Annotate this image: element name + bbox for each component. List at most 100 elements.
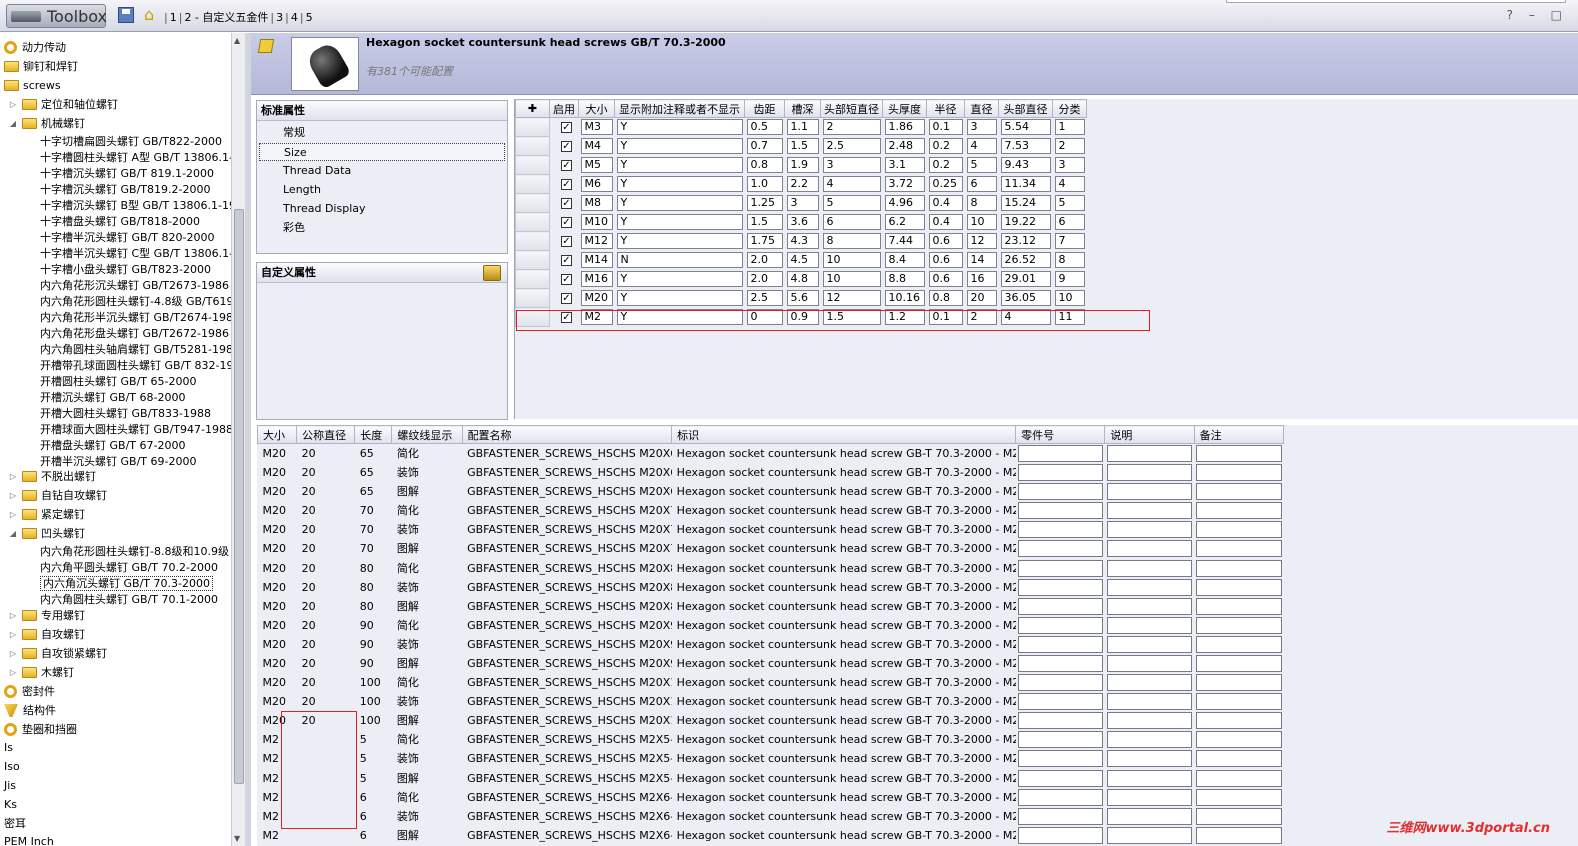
value-field[interactable]: 3 <box>1054 157 1085 173</box>
value-field[interactable]: 0.25 <box>928 176 963 192</box>
description-input[interactable] <box>1106 597 1193 615</box>
expand-icon[interactable]: ▷ <box>8 510 18 520</box>
value-field[interactable]: 0.4 <box>928 214 963 230</box>
tree-item[interactable]: Ks <box>4 796 17 814</box>
value-field[interactable]: 0.7 <box>746 138 783 154</box>
value-field[interactable]: Y <box>616 271 743 287</box>
value-field[interactable]: N <box>616 252 743 268</box>
value-field[interactable]: 0.6 <box>928 233 963 249</box>
value-field[interactable]: 3 <box>966 119 997 136</box>
value-field[interactable]: 2.5 <box>746 290 783 306</box>
column-header[interactable]: 大小 <box>256 425 298 444</box>
comment-input[interactable] <box>1196 769 1282 787</box>
expand-icon[interactable]: ▷ <box>8 668 18 678</box>
value-field[interactable]: M12 <box>580 233 613 249</box>
comment-input[interactable] <box>1196 578 1282 596</box>
crumb-3[interactable]: 3 <box>274 11 285 24</box>
value-field[interactable]: 6.2 <box>884 214 925 230</box>
row-header[interactable] <box>515 231 550 251</box>
expand-icon[interactable]: ▷ <box>8 491 18 501</box>
expand-icon[interactable]: ▷ <box>8 649 18 659</box>
row-header[interactable] <box>515 307 550 327</box>
value-field[interactable]: 0.1 <box>928 119 963 136</box>
comment-input[interactable] <box>1196 693 1282 711</box>
tree-item[interactable]: 密耳 <box>4 815 26 833</box>
value-field[interactable]: 12 <box>822 290 881 306</box>
tree-item[interactable]: ▷ 自攻螺钉 <box>10 626 85 644</box>
enable-checkbox[interactable]: ✓ <box>561 311 572 323</box>
part-number-input[interactable] <box>1017 635 1103 653</box>
crumb-1[interactable]: 1 <box>168 11 179 24</box>
value-field[interactable]: 0.6 <box>928 271 963 287</box>
value-field[interactable]: Y <box>616 214 743 230</box>
description-input[interactable] <box>1106 559 1193 577</box>
part-number-input[interactable] <box>1017 540 1103 558</box>
column-header[interactable]: 螺纹线显示 <box>391 425 463 444</box>
value-field[interactable]: Y <box>616 290 743 306</box>
value-field[interactable]: Y <box>616 309 743 325</box>
part-number-input[interactable] <box>1017 750 1103 768</box>
description-input[interactable] <box>1106 445 1193 462</box>
part-number-input[interactable] <box>1017 502 1103 520</box>
value-field[interactable]: 6 <box>966 176 997 192</box>
value-field[interactable]: M8 <box>580 195 613 211</box>
comment-input[interactable] <box>1196 616 1282 634</box>
property-category[interactable]: Size <box>259 143 505 161</box>
property-category[interactable]: Thread Display <box>283 200 366 218</box>
row-header[interactable] <box>515 250 550 270</box>
value-field[interactable]: 1.0 <box>746 176 783 192</box>
publish-icon[interactable] <box>257 39 275 53</box>
property-category[interactable]: Thread Data <box>283 162 351 180</box>
value-field[interactable]: M2 <box>580 309 613 325</box>
value-field[interactable]: 1.5 <box>786 138 819 154</box>
value-field[interactable]: 0.2 <box>928 157 963 173</box>
description-input[interactable] <box>1106 464 1193 482</box>
enable-checkbox[interactable]: ✓ <box>561 254 572 266</box>
description-input[interactable] <box>1106 654 1193 672</box>
value-field[interactable]: 3.1 <box>884 157 925 173</box>
value-field[interactable]: Y <box>616 138 743 154</box>
property-category[interactable]: 常规 <box>283 124 305 142</box>
comment-input[interactable] <box>1196 597 1282 615</box>
value-field[interactable]: 2.0 <box>746 271 783 287</box>
row-header[interactable] <box>515 269 550 289</box>
comment-input[interactable] <box>1196 464 1282 482</box>
description-input[interactable] <box>1106 502 1193 520</box>
value-field[interactable]: 29.01 <box>1000 271 1051 287</box>
enable-checkbox[interactable]: ✓ <box>561 159 572 171</box>
value-field[interactable]: 0.8 <box>928 290 963 306</box>
value-field[interactable]: 10.16 <box>884 290 925 306</box>
value-field[interactable]: 3 <box>822 157 881 173</box>
tree-item[interactable]: ▷ 木螺钉 <box>10 664 74 682</box>
value-field[interactable]: 2.5 <box>822 138 881 154</box>
column-header[interactable]: 显示附加注释或者不显示 <box>614 99 745 118</box>
value-field[interactable]: Y <box>616 119 743 136</box>
crumb-4[interactable]: 4 <box>289 11 300 24</box>
column-header[interactable]: 标识 <box>671 425 1017 444</box>
scroll-up-icon[interactable]: ▲ <box>234 36 240 45</box>
property-category[interactable]: 彩色 <box>283 219 305 237</box>
enable-checkbox[interactable]: ✓ <box>561 140 572 152</box>
tree-item[interactable]: ▷ 自攻锁紧螺钉 <box>10 645 107 663</box>
value-field[interactable]: 12 <box>966 233 997 249</box>
property-category[interactable]: Length <box>283 181 321 199</box>
value-field[interactable]: 4.8 <box>786 271 819 287</box>
value-field[interactable]: Y <box>616 195 743 211</box>
splitter[interactable] <box>245 33 251 846</box>
part-number-input[interactable] <box>1017 559 1103 577</box>
value-field[interactable]: 9.43 <box>1000 157 1051 173</box>
value-field[interactable]: 26.52 <box>1000 252 1051 268</box>
column-header[interactable]: 启用 <box>549 99 579 118</box>
value-field[interactable]: 2.2 <box>786 176 819 192</box>
value-field[interactable]: 7.44 <box>884 233 925 249</box>
value-field[interactable]: 8.8 <box>884 271 925 287</box>
description-input[interactable] <box>1106 693 1193 711</box>
description-input[interactable] <box>1106 750 1193 768</box>
tree-item[interactable]: 结构件 <box>4 702 56 720</box>
value-field[interactable]: 4.3 <box>786 233 819 249</box>
value-field[interactable]: 4.96 <box>884 195 925 211</box>
enable-checkbox[interactable]: ✓ <box>561 121 572 133</box>
tree-item[interactable]: ◢ 凹头螺钉 <box>10 525 85 543</box>
value-field[interactable]: 10 <box>966 214 997 230</box>
value-field[interactable]: 1.5 <box>746 214 783 230</box>
